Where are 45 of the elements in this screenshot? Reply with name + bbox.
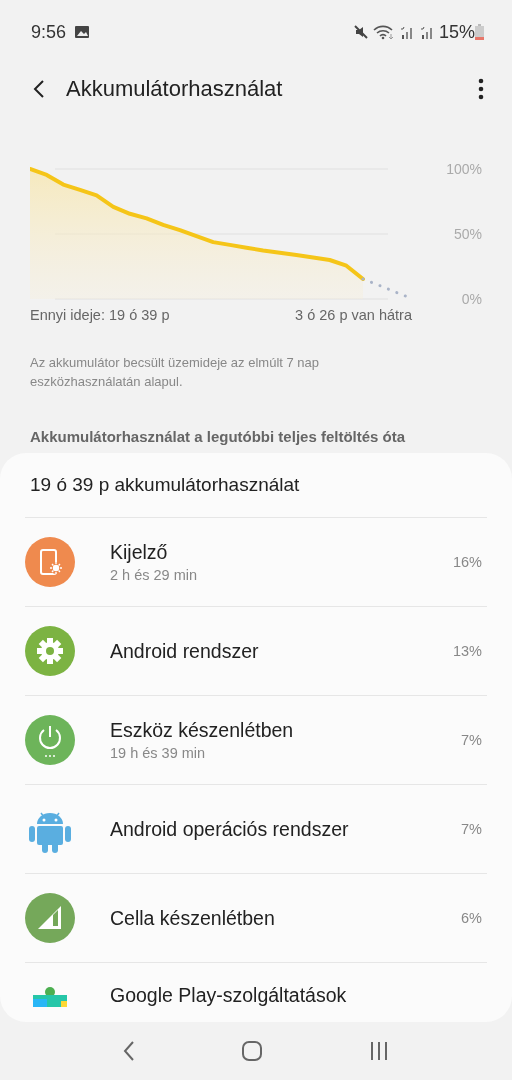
estimate-note: Az akkumulátor becsült üzemideje az elmúlt 7 nap eszközhasználatán alapul. — [30, 354, 321, 391]
app-usage-row[interactable]: Android operációs rendszer 7% — [25, 785, 487, 874]
app-usage-row[interactable]: Google Play-szolgáltatások — [25, 963, 487, 1007]
app-name: Kijelző — [110, 541, 169, 564]
phone-brightness-icon — [25, 537, 75, 587]
more-icon — [478, 78, 484, 100]
axis-label: 50% — [453, 226, 482, 242]
signal-icon — [25, 893, 75, 943]
app-usage-row[interactable]: Eszköz készenlétben 19 h és 39 min 7% — [25, 696, 487, 785]
home-icon — [241, 1040, 263, 1062]
signal-icon — [418, 24, 435, 40]
usage-percentage: 7% — [461, 821, 482, 837]
app-name: Google Play-szolgáltatások — [110, 984, 348, 1007]
back-icon — [123, 1041, 135, 1061]
app-usage-row[interactable]: Kijelző 2 h és 29 min 16% — [25, 518, 487, 607]
usage-percentage: 13% — [452, 643, 482, 659]
app-name: Android operációs rendszer — [110, 817, 350, 841]
app-usage-row[interactable]: Cella készenlétben 6% — [25, 874, 487, 963]
remaining-time: 3 ó 26 p van hátra — [295, 307, 412, 323]
recent-apps-icon — [369, 1041, 389, 1061]
page-title: Akkumulátorhasználat — [66, 76, 284, 102]
axis-label: 0% — [461, 291, 482, 305]
app-name: Android rendszer — [110, 639, 260, 663]
app-name: Cella készenlétben — [110, 906, 276, 930]
battery-icon — [475, 24, 484, 40]
usage-percentage: 16% — [452, 554, 482, 570]
signal-icon — [398, 24, 415, 40]
usage-percentage: 6% — [461, 910, 482, 926]
usage-percentage: 7% — [461, 732, 482, 748]
elapsed-time: Ennyi ideje: 19 ó 39 p — [30, 307, 170, 323]
card-title: 19 ó 39 p akkumulátorhasználat — [25, 453, 487, 518]
gear-icon — [25, 626, 75, 676]
back-icon — [32, 79, 46, 99]
usage-time: 19 h és 39 min — [110, 745, 207, 761]
power-icon — [25, 715, 75, 765]
axis-label: 100% — [446, 161, 482, 177]
usage-time: 2 h és 29 min — [110, 567, 199, 583]
app-name: Eszköz készenlétben — [110, 719, 295, 742]
wifi-icon — [372, 24, 395, 40]
image-icon — [74, 25, 91, 39]
section-title: Akkumulátorhasználat a legutóbbi teljes feltöltés óta — [30, 428, 407, 445]
app-usage-row[interactable]: Android rendszer 13% — [25, 607, 487, 696]
clock: 9:56 — [31, 21, 67, 43]
battery-percentage: 15% — [438, 21, 475, 43]
mute-icon — [352, 24, 369, 40]
